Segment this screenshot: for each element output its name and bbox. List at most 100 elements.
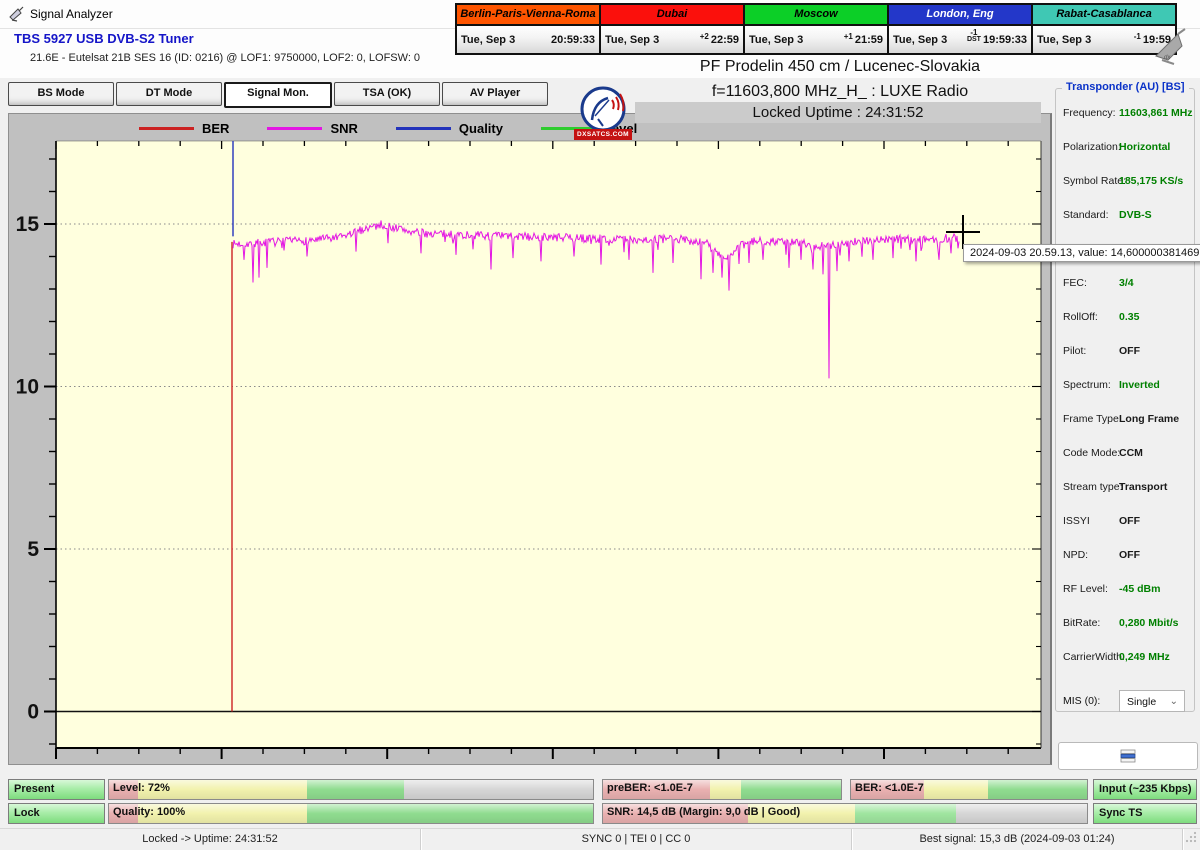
status-best-signal: Best signal: 15,3 dB (2024-09-03 01:24) xyxy=(852,829,1183,850)
clock-utc-offset: -1 DST xyxy=(966,28,981,44)
legend-item-quality: Quality xyxy=(395,121,503,136)
transponder-row-label: Polarization: xyxy=(1063,141,1121,153)
clock-utc-offset: -1 xyxy=(1133,31,1141,41)
transponder-row-label: RollOff: xyxy=(1063,311,1098,323)
transponder-row: Stream type: Transport xyxy=(1055,478,1195,512)
legend-item-ber: BER xyxy=(139,121,229,136)
transponder-row: CarrierWidth: 0,249 MHz xyxy=(1055,648,1195,682)
stream-list-button[interactable] xyxy=(1058,742,1198,770)
transponder-row-label: Frequency: xyxy=(1063,107,1116,119)
transponder-row-value: DVB-S xyxy=(1119,209,1152,221)
present-indicator: Present xyxy=(8,779,105,800)
bar-segment xyxy=(956,804,1087,823)
bar-segment xyxy=(307,804,593,823)
preber-bar: preBER: <1.0E-7 xyxy=(602,779,842,800)
server-icon xyxy=(1120,749,1136,763)
legend-line-icon xyxy=(395,126,451,130)
transponder-row-value: 3/4 xyxy=(1119,277,1134,289)
tab-dt-mode[interactable]: DT Mode xyxy=(116,82,222,106)
bar-segment xyxy=(924,780,988,799)
level-bar: Level: 72% xyxy=(108,779,594,800)
transponder-row-label: FEC: xyxy=(1063,277,1087,289)
transponder-row-label: Code Mode: xyxy=(1063,447,1121,459)
status-bar: Locked -> Uptime: 24:31:52 SYNC 0 | TEI … xyxy=(0,828,1200,850)
clock-cell: Berlin-Paris-Vienna-Roma Tue, Sep 3 20:59:… xyxy=(457,5,601,53)
transponder-row: FEC: 3/4 xyxy=(1055,274,1195,308)
legend-line-icon xyxy=(267,126,323,130)
tuner-info: 21.6E - Eutelsat 21B SES 16 (ID: 0216) @… xyxy=(30,52,421,64)
clock-date: Tue, Sep 3 xyxy=(461,33,516,46)
mis-selected-value: Single xyxy=(1127,696,1157,708)
chart-tooltip: 2024-09-03 20.59.13, value: 14,600000381… xyxy=(963,244,1200,262)
dish-location-line: PF Prodelin 450 cm / Lucenec-Slovakia xyxy=(699,58,981,75)
tuner-name: TBS 5927 USB DVB-S2 Tuner xyxy=(14,31,194,46)
svg-text:5: 5 xyxy=(27,538,39,561)
clock-cell: Dubai Tue, Sep 3 +2 22:59 xyxy=(601,5,745,53)
clock-date: Tue, Sep 3 xyxy=(749,33,804,46)
transponder-row-label: Frame Type: xyxy=(1063,413,1122,425)
bar-segment xyxy=(710,780,742,799)
sync-ts-indicator: Sync TS xyxy=(1093,803,1197,824)
locked-uptime-band: Locked Uptime : 24:31:52 xyxy=(635,102,1041,123)
input-indicator: Input (~235 Kbps) xyxy=(1093,779,1197,800)
tab-av-player[interactable]: AV Player xyxy=(442,82,548,106)
transponder-row-value: 185,175 KS/s xyxy=(1119,175,1184,187)
transponder-row-value: OFF xyxy=(1119,515,1140,527)
transponder-row-label: Symbol Rate: xyxy=(1063,175,1127,187)
mis-label: MIS (0): xyxy=(1063,695,1101,707)
svg-text:dx: dx xyxy=(1164,55,1171,61)
transponder-row-value: 11603,861 MHz xyxy=(1119,107,1193,119)
lock-indicator: Lock xyxy=(8,803,105,824)
transponder-row: Standard: DVB-S xyxy=(1055,206,1195,240)
transponder-row-label: CarrierWidth: xyxy=(1063,651,1125,663)
tab-tsa-ok-[interactable]: TSA (OK) xyxy=(334,82,440,106)
chart-plot-area[interactable]: 0 5 10 15 xyxy=(9,114,1051,764)
transponder-row-value: -45 dBm xyxy=(1119,583,1161,595)
transponder-row-value: OFF xyxy=(1119,345,1140,357)
mis-select[interactable]: Single ⌄ xyxy=(1119,690,1185,712)
transponder-row-value: 0.35 xyxy=(1119,311,1140,323)
clock-time: 19:59:33 xyxy=(982,33,1027,46)
bar-segment xyxy=(854,804,957,823)
clock-cell: London, Eng Tue, Sep 3 -1 DST 19:59:33 xyxy=(889,5,1033,53)
clock-city: Berlin-Paris-Vienna-Roma xyxy=(457,5,599,26)
clock-date: Tue, Sep 3 xyxy=(893,33,948,46)
bar-label: Quality: 100% xyxy=(113,806,186,818)
transponder-row: Frame Type: Long Frame xyxy=(1055,410,1195,444)
svg-text:10: 10 xyxy=(16,376,39,399)
signal-monitor-chart[interactable]: BER SNR Quality Level 0 5 10 15 xyxy=(8,113,1052,765)
clock-time-row: Tue, Sep 3 20:59:33 xyxy=(457,26,599,53)
transponder-row: BitRate: 0,280 Mbit/s xyxy=(1055,614,1195,648)
app-dish-icon xyxy=(9,6,24,22)
resize-grip[interactable] xyxy=(1184,830,1198,844)
legend-label: SNR xyxy=(330,120,358,136)
window-title: Signal Analyzer xyxy=(30,7,113,21)
transponder-row: Frequency: 11603,861 MHz xyxy=(1055,104,1195,138)
transponder-row-value: OFF xyxy=(1119,549,1140,561)
dxsatcs-logo: DXSATCS.COM xyxy=(572,86,634,140)
transponder-row: Symbol Rate: 185,175 KS/s xyxy=(1055,172,1195,206)
mis-row: MIS (0): Single ⌄ xyxy=(1055,690,1195,714)
snr-bar: SNR: 14,5 dB (Margin: 9,0 dB | Good) xyxy=(602,803,1088,824)
tab-signal-mon-[interactable]: Signal Mon. xyxy=(224,82,332,108)
transponder-row-label: BitRate: xyxy=(1063,617,1101,629)
transponder-row-label: Stream type: xyxy=(1063,481,1123,493)
legend-label: BER xyxy=(202,120,230,136)
bar-segment xyxy=(987,780,1087,799)
transponder-row: Code Mode: CCM xyxy=(1055,444,1195,478)
clock-city: Dubai xyxy=(601,5,743,26)
signal-analyzer-window: Signal Analyzer TBS 5927 USB DVB-S2 Tune… xyxy=(0,0,1200,850)
transponder-row-value: 0,249 MHz xyxy=(1119,651,1170,663)
clock-city: London, Eng xyxy=(889,5,1031,26)
transponder-row: Polarization: Horizontal xyxy=(1055,138,1195,172)
clock-time-row: Tue, Sep 3 +1 21:59 xyxy=(745,26,887,53)
bar-label: Level: 72% xyxy=(113,782,170,794)
clock-time: 20:59:33 xyxy=(550,33,595,46)
transponder-row-label: Standard: xyxy=(1063,209,1109,221)
clock-utc-offset: +2 xyxy=(699,31,709,41)
tab-bs-mode[interactable]: BS Mode xyxy=(8,82,114,106)
legend-line-icon xyxy=(139,126,194,130)
clock-time-row: Tue, Sep 3 +2 22:59 xyxy=(601,26,743,53)
transponder-row-label: NPD: xyxy=(1063,549,1089,561)
chevron-down-icon: ⌄ xyxy=(1169,696,1178,707)
